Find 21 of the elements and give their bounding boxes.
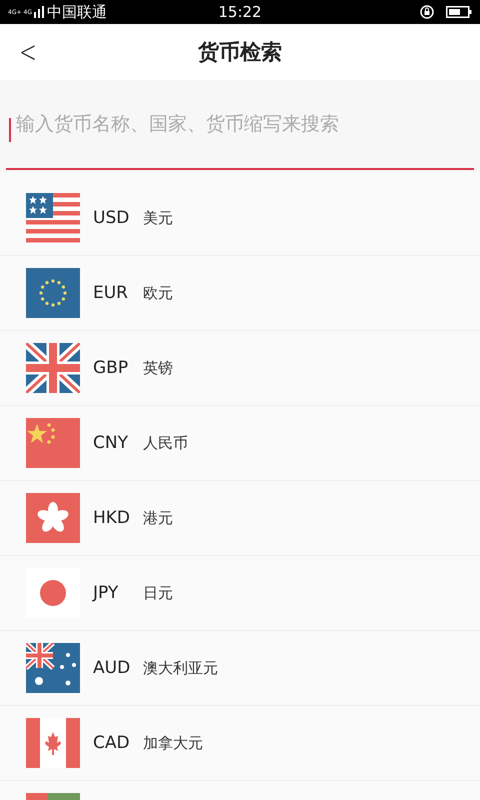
currency-code: HKD <box>93 508 132 528</box>
currency-name: 港元 <box>143 508 173 528</box>
currency-code: USD <box>93 208 130 228</box>
currency-code: JPY <box>93 583 120 603</box>
page-title: 货币检索 <box>198 39 282 66</box>
currency-name: 美元 <box>143 208 173 228</box>
currency-name: 加拿大元 <box>143 734 203 752</box>
back-button[interactable]: < <box>14 32 42 72</box>
search-field[interactable]: 输入货币名称、国家、货币缩写来搜索 <box>6 80 474 170</box>
currency-code: AUD <box>93 658 132 678</box>
currency-code: GBP <box>93 358 130 378</box>
currency-code: CAD <box>93 733 131 753</box>
carrier-name: 中国联通 <box>46 2 107 22</box>
currency-code: CNY <box>93 433 129 453</box>
currency-name: 澳大利亚元 <box>143 658 218 678</box>
currency-name: 英镑 <box>143 358 173 378</box>
clock-time: 15:22 <box>218 3 262 21</box>
currency-name: 人民币 <box>143 434 188 452</box>
currency-name: 日元 <box>143 584 173 602</box>
currency-name: 欧元 <box>143 284 173 302</box>
currency-code: EUR <box>93 283 129 303</box>
